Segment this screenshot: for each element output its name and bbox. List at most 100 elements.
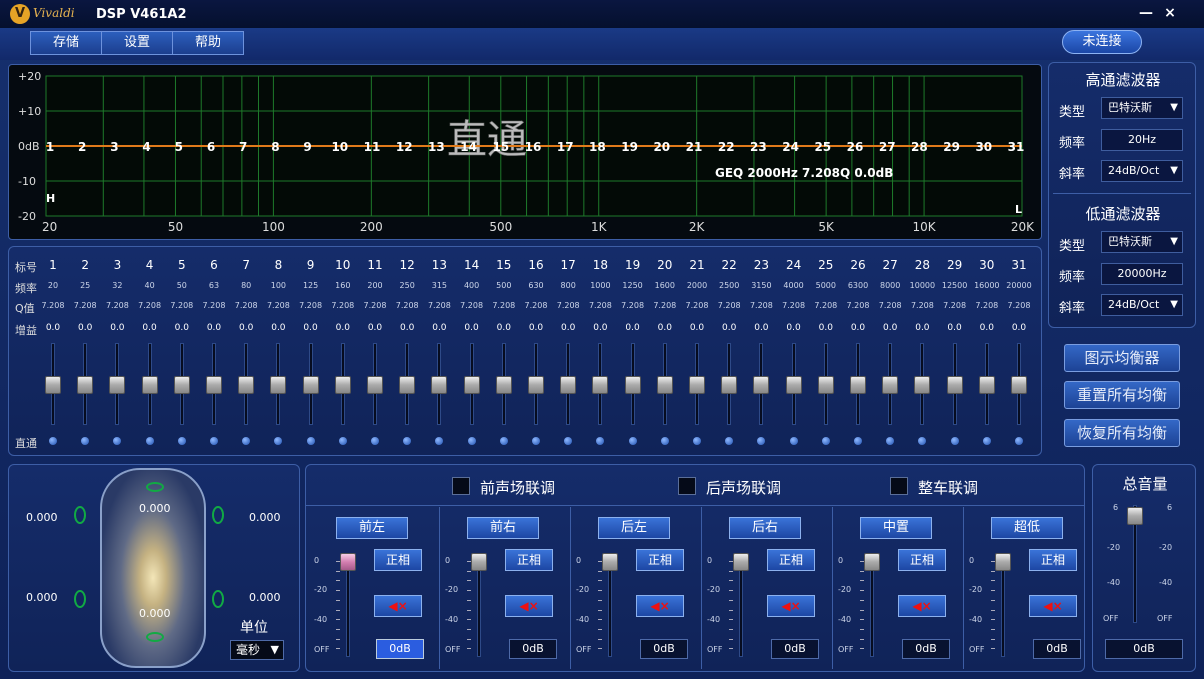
band-gain-value[interactable]: 0.0 [617,323,649,333]
band-frequency[interactable]: 16000 [971,281,1003,290]
band-slider-knob[interactable] [173,376,190,394]
graph-band-marker[interactable]: 18 [589,140,606,154]
band-q-value[interactable]: 7.208 [971,301,1003,310]
channel-front-right-phase-button[interactable]: 正相 [505,549,553,571]
graph-band-marker[interactable]: 29 [943,140,960,154]
speaker-sub-icon[interactable] [146,632,164,642]
speaker-center-icon[interactable] [146,482,164,492]
band-bypass-toggle[interactable] [306,437,315,445]
band-bypass-toggle[interactable] [242,437,251,445]
band-q-value[interactable]: 7.208 [391,301,423,310]
lowpass-freq-input[interactable]: 20000Hz [1101,263,1183,285]
band-bypass-toggle[interactable] [435,437,444,445]
band-gain-value[interactable]: 0.0 [488,323,520,333]
band-frequency[interactable]: 10000 [906,281,938,290]
band-slider-knob[interactable] [206,376,222,394]
band-gain-value[interactable]: 0.0 [456,323,488,333]
band-q-value[interactable]: 7.208 [874,301,906,310]
band-q-value[interactable]: 7.208 [552,301,584,310]
band-bypass-toggle[interactable] [982,437,991,445]
channel-front-right-name[interactable]: 前右 [467,517,539,539]
band-bypass-toggle[interactable] [660,437,669,445]
graph-band-marker[interactable]: 7 [239,140,247,154]
band-slider-knob[interactable] [624,376,641,394]
channel-rear-right-db-value[interactable]: 0dB [771,639,819,659]
minimize-button[interactable]: — [1134,2,1158,24]
band-gain-value[interactable]: 0.0 [198,323,230,333]
band-slider-knob[interactable] [850,376,866,394]
band-q-value[interactable]: 7.208 [810,301,842,310]
band-gain-value[interactable]: 0.0 [778,323,810,333]
graph-band-marker[interactable]: 4 [142,140,150,154]
band-bypass-toggle[interactable] [403,437,412,445]
band-frequency[interactable]: 2500 [713,281,745,290]
band-bypass-toggle[interactable] [564,437,573,445]
band-q-value[interactable]: 7.208 [262,301,294,310]
band-frequency[interactable]: 6300 [842,281,874,290]
band-frequency[interactable]: 8000 [874,281,906,290]
channel-center-name[interactable]: 中置 [860,517,932,539]
band-slider-knob[interactable] [1011,376,1027,394]
channel-rear-right-fader-knob[interactable] [733,553,749,571]
band-slider-knob[interactable] [399,376,416,394]
connect-status-button[interactable]: 未连接 [1062,30,1142,54]
channel-rear-right-phase-button[interactable]: 正相 [767,549,815,571]
band-frequency[interactable]: 100 [262,281,294,290]
band-q-value[interactable]: 7.208 [520,301,552,310]
band-slider-knob[interactable] [656,376,673,394]
menu-save-button[interactable]: 存储 [30,31,102,55]
band-gain-value[interactable]: 0.0 [1003,323,1035,333]
band-q-value[interactable]: 7.208 [295,301,327,310]
band-frequency[interactable]: 400 [456,281,488,290]
band-frequency[interactable]: 40 [134,281,166,290]
band-frequency[interactable]: 25 [69,281,101,290]
graph-band-marker[interactable]: 17 [557,140,574,154]
graph-band-marker[interactable]: 28 [911,140,928,154]
graph-band-marker[interactable]: 6 [207,140,215,154]
band-q-value[interactable]: 7.208 [713,301,745,310]
eq-response-graph[interactable]: +20 +10 0dB -10 -20 20 50 100 200 500 1K 2K 5K 10K 20K… [8,64,1042,240]
graph-band-marker[interactable]: 20 [653,140,670,154]
band-q-value[interactable]: 7.208 [423,301,455,310]
band-q-value[interactable]: 7.208 [617,301,649,310]
channel-rear-left-db-value[interactable]: 0dB [640,639,688,659]
channel-rear-left-mute-button[interactable]: ◀× [636,595,684,617]
band-slider-knob[interactable] [270,376,287,394]
band-bypass-toggle[interactable] [886,437,895,445]
band-bypass-toggle[interactable] [113,437,122,445]
band-slider-knob[interactable] [978,376,995,394]
band-slider-knob[interactable] [45,376,61,394]
band-slider-knob[interactable] [77,376,94,394]
band-gain-value[interactable]: 0.0 [649,323,681,333]
band-frequency[interactable]: 12500 [939,281,971,290]
band-gain-value[interactable]: 0.0 [391,323,423,333]
graph-band-marker[interactable]: 19 [621,140,638,154]
band-gain-value[interactable]: 0.0 [745,323,777,333]
channel-sub-db-value[interactable]: 0dB [1033,639,1081,659]
band-q-value[interactable]: 7.208 [778,301,810,310]
front-link-checkbox[interactable] [452,477,470,495]
channel-rear-left-fader-knob[interactable] [602,553,618,571]
band-frequency[interactable]: 63 [198,281,230,290]
band-bypass-toggle[interactable] [210,437,218,445]
band-gain-value[interactable]: 0.0 [874,323,906,333]
restore-all-eq-button[interactable]: 恢复所有均衡 [1064,419,1180,447]
band-frequency[interactable]: 630 [520,281,552,290]
channel-center-fader-knob[interactable] [864,553,880,571]
graph-band-marker[interactable]: 10 [331,140,348,154]
channel-front-left-db-value[interactable]: 0dB [376,639,424,659]
graph-band-marker[interactable]: 3 [110,140,118,154]
band-gain-value[interactable]: 0.0 [810,323,842,333]
band-frequency[interactable]: 20000 [1003,281,1035,290]
band-gain-value[interactable]: 0.0 [713,323,745,333]
band-bypass-toggle[interactable] [821,437,830,445]
channel-rear-right-mute-button[interactable]: ◀× [767,595,815,617]
channel-sub-mute-button[interactable]: ◀× [1029,595,1077,617]
band-gain-value[interactable]: 0.0 [101,323,133,333]
lowpass-type-select[interactable]: 巴特沃斯 ▼ [1101,231,1183,253]
band-gain-value[interactable]: 0.0 [552,323,584,333]
speaker-front-right-icon[interactable] [212,506,224,524]
band-frequency[interactable]: 1000 [584,281,616,290]
band-slider-knob[interactable] [495,376,512,394]
band-frequency[interactable]: 50 [166,281,198,290]
